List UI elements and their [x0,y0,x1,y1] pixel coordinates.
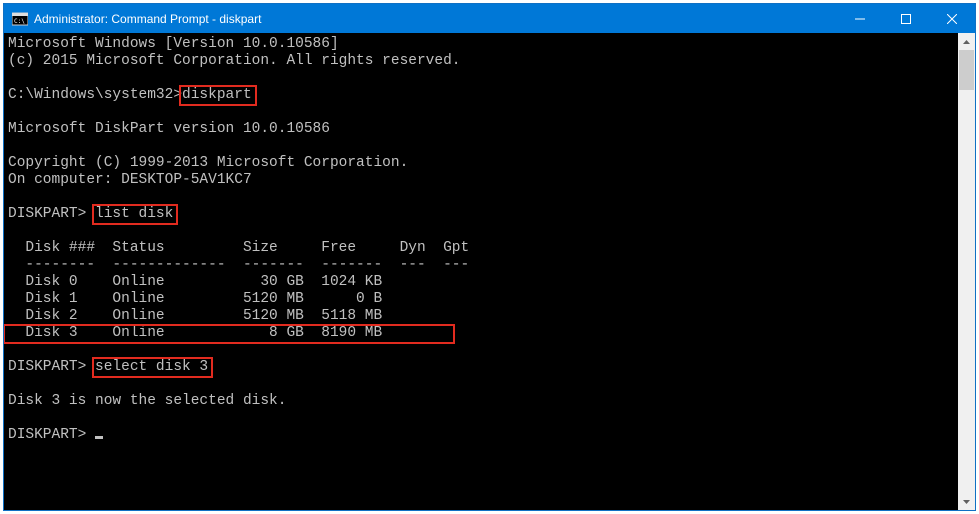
output-line: Microsoft Windows [Version 10.0.10586] [8,36,339,52]
scroll-down-button[interactable] [958,493,975,510]
minimize-button[interactable] [837,4,883,33]
window-title: Administrator: Command Prompt - diskpart [34,12,837,26]
titlebar[interactable]: C:\ Administrator: Command Prompt - disk… [4,4,975,33]
output-line: Disk 3 is now the selected disk. [8,393,286,409]
output-line: On computer: DESKTOP-5AV1KC7 [8,172,252,188]
text-cursor [95,436,103,439]
table-row: Disk 0 Online 30 GB 1024 KB [8,274,382,290]
terminal-output[interactable]: Microsoft Windows [Version 10.0.10586] (… [4,33,958,510]
maximize-button[interactable] [883,4,929,33]
table-row: Disk 2 Online 5120 MB 5118 MB [8,308,382,324]
highlighted-table-row: Disk 3 Online 8 GB 8190 MB [4,325,454,343]
scroll-up-button[interactable] [958,33,975,50]
table-row: Disk 1 Online 5120 MB 0 B [8,291,382,307]
vertical-scrollbar[interactable] [958,33,975,510]
output-line: Microsoft DiskPart version 10.0.10586 [8,121,330,137]
highlighted-command: select disk 3 [93,358,212,377]
highlighted-command: list disk [93,205,177,224]
command-prompt-window: C:\ Administrator: Command Prompt - disk… [3,3,976,511]
diskpart-prompt: DISKPART> [8,206,95,222]
svg-text:C:\: C:\ [14,18,25,25]
diskpart-prompt: DISKPART> [8,359,95,375]
window-controls [837,4,975,33]
diskpart-prompt: DISKPART> [8,427,95,443]
cmd-icon: C:\ [12,11,28,27]
scrollbar-thumb[interactable] [959,50,974,90]
table-separator: -------- ------------- ------- ------- -… [8,257,469,273]
prompt-path: C:\Windows\system32> [8,87,182,103]
highlighted-command: diskpart [180,86,256,105]
output-line: Copyright (C) 1999-2013 Microsoft Corpor… [8,155,408,171]
close-button[interactable] [929,4,975,33]
output-line: (c) 2015 Microsoft Corporation. All righ… [8,53,460,69]
client-area: Microsoft Windows [Version 10.0.10586] (… [4,33,975,510]
table-header: Disk ### Status Size Free Dyn Gpt [8,240,469,256]
